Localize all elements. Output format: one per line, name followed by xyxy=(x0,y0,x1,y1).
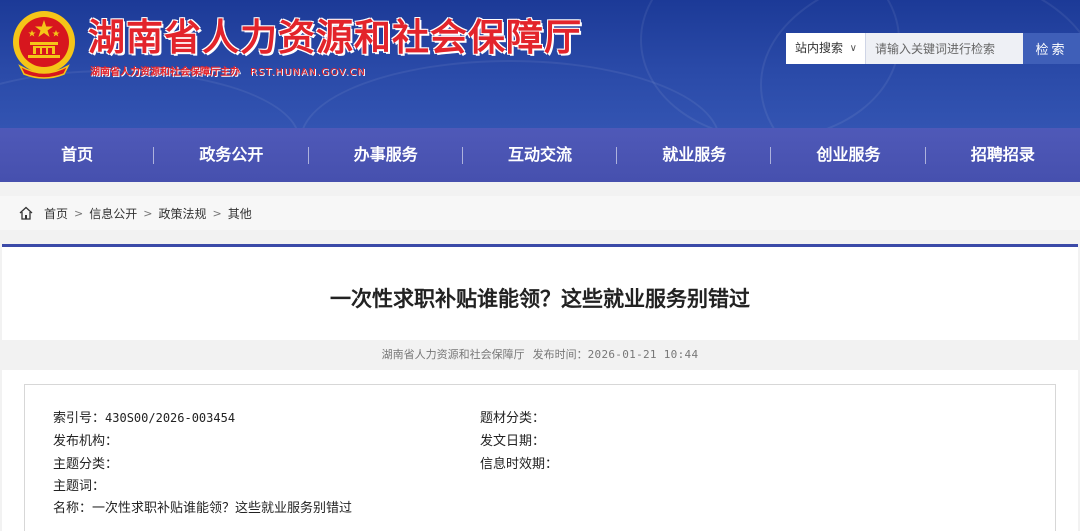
nav-item-label: 首页 xyxy=(61,145,94,164)
site-subtitle: 湖南省人力资源和社会保障厅主办 RST.HUNAN.GOV.CN xyxy=(90,63,366,78)
info-keywords: 主题词： xyxy=(53,475,105,494)
info-validity: 信息时效期： xyxy=(480,453,558,472)
breadcrumb-info-public[interactable]: 信息公开 xyxy=(89,205,137,222)
search-input[interactable] xyxy=(866,33,1023,64)
pubtime-value: 2026-01-21 10:44 xyxy=(587,348,699,361)
main-nav: 首页 政务公开 办事服务 互动交流 就业服务 创业服务 招聘招录 xyxy=(0,128,1080,182)
chevron-down-icon: ∨ xyxy=(849,43,857,54)
info-topic: 主题分类： xyxy=(53,453,118,472)
nav-item-label: 办事服务 xyxy=(353,145,418,164)
site-domain: RST.HUNAN.GOV.CN xyxy=(250,67,366,78)
breadcrumb-home[interactable]: 首页 xyxy=(44,205,68,222)
national-emblem-icon[interactable] xyxy=(10,8,78,80)
breadcrumb-other[interactable]: 其他 xyxy=(228,205,252,222)
site-subtitle-text: 湖南省人力资源和社会保障厅主办 xyxy=(90,67,240,78)
breadcrumb-policy[interactable]: 政策法规 xyxy=(158,205,206,222)
info-table: 索引号：430S00/2026-003454 题材分类： 发布机构： 发文日期：… xyxy=(24,384,1056,531)
article-meta: 湖南省人力资源和社会保障厅 发布时间：2026-01-21 10:44 xyxy=(2,340,1078,370)
search-scope-label: 站内搜索 xyxy=(795,41,844,55)
article-source: 湖南省人力资源和社会保障厅 xyxy=(381,348,525,361)
info-label: 主题词： xyxy=(53,479,106,494)
home-icon[interactable] xyxy=(18,205,34,221)
nav-item-label: 互动交流 xyxy=(507,145,572,164)
site-title[interactable]: 湖南省人力资源和社会保障厅 xyxy=(88,12,582,62)
chevron-right-icon: > xyxy=(143,206,153,220)
nav-item-label: 就业服务 xyxy=(662,145,727,164)
article-title: 一次性求职补贴谁能领？这些就业服务别错过 xyxy=(330,286,750,311)
info-label: 索引号： xyxy=(53,411,106,426)
article-panel: 一次性求职补贴谁能领？这些就业服务别错过 湖南省人力资源和社会保障厅 发布时间：2… xyxy=(2,244,1078,531)
search-button[interactable]: 检索 xyxy=(1023,33,1080,64)
info-name: 名称：一次性求职补贴谁能领？这些就业服务别错过 xyxy=(53,497,352,516)
info-index: 索引号：430S00/2026-003454 xyxy=(53,407,235,426)
nav-item-interaction[interactable]: 互动交流 xyxy=(463,128,618,182)
breadcrumb: 首页 > 信息公开 > 政策法规 > 其他 xyxy=(0,196,1080,230)
info-issue-date: 发文日期： xyxy=(480,430,545,449)
info-label: 题材分类： xyxy=(480,411,546,426)
nav-item-entrepreneurship[interactable]: 创业服务 xyxy=(771,128,926,182)
chevron-right-icon: > xyxy=(212,206,222,220)
nav-item-services[interactable]: 办事服务 xyxy=(309,128,463,182)
chevron-right-icon: > xyxy=(74,206,84,220)
search-box: 站内搜索 ∨ 检索 xyxy=(786,33,1080,64)
search-scope-select[interactable]: 站内搜索 ∨ xyxy=(786,33,866,64)
nav-item-label: 政务公开 xyxy=(199,145,264,164)
info-value: 430S00/2026-003454 xyxy=(105,411,236,425)
info-category: 题材分类： xyxy=(480,407,545,426)
nav-item-recruitment[interactable]: 招聘招录 xyxy=(926,128,1080,182)
nav-item-employment[interactable]: 就业服务 xyxy=(617,128,772,182)
nav-item-label: 创业服务 xyxy=(816,145,881,164)
nav-item-label: 招聘招录 xyxy=(970,145,1035,164)
info-label: 名称： xyxy=(53,501,93,516)
info-value: 一次性求职补贴谁能领？这些就业服务别错过 xyxy=(92,501,353,516)
info-label: 发文日期： xyxy=(480,434,546,449)
pubtime-label: 发布时间： xyxy=(532,348,588,361)
info-label: 发布机构： xyxy=(53,434,119,449)
info-label: 主题分类： xyxy=(53,457,119,472)
decorative-swirl xyxy=(760,0,1080,128)
nav-item-home[interactable]: 首页 xyxy=(0,128,155,182)
info-publisher: 发布机构： xyxy=(53,430,118,449)
nav-item-government-affairs[interactable]: 政务公开 xyxy=(154,128,309,182)
info-label: 信息时效期： xyxy=(480,457,559,472)
site-header: 湖南省人力资源和社会保障厅 湖南省人力资源和社会保障厅主办 RST.HUNAN.G… xyxy=(0,0,1080,128)
